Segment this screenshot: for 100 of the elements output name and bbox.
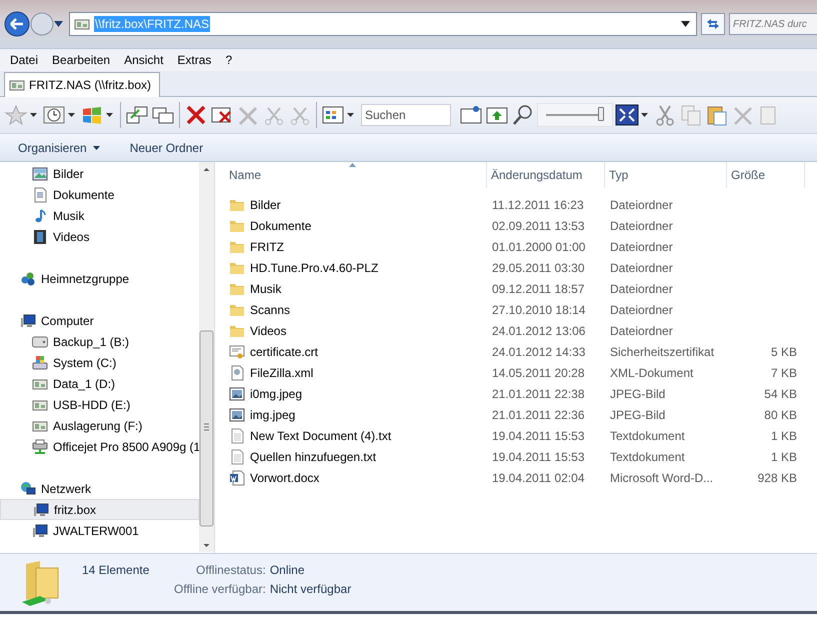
date-cell-text: 02.09.2011 13:53: [491, 218, 586, 232]
type-cell-text: Dateiordner: [609, 198, 674, 212]
file-name[interactable]: HD.Tune.Pro.v4.60-PLZ: [250, 260, 378, 274]
file-name[interactable]: FRITZ: [250, 240, 284, 254]
nav-item[interactable]: Computer: [0, 310, 199, 331]
search-field[interactable]: FRITZ.NAS durc: [729, 13, 817, 35]
caret-icon[interactable]: [347, 113, 354, 117]
nav-item[interactable]: fritz.box: [0, 499, 199, 520]
scrollbar[interactable]: [199, 162, 214, 552]
column-header[interactable]: Größe: [727, 162, 805, 188]
back-button[interactable]: [4, 11, 30, 37]
fullscreen-icon[interactable]: [615, 104, 639, 126]
nav-item[interactable]: Heimnetzgruppe: [0, 268, 199, 289]
tab[interactable]: FRITZ.NAS (\\fritz.box): [4, 72, 160, 97]
date-cell-text: 19.04.2011 02:04: [491, 470, 586, 484]
file-name[interactable]: FileZilla.xml: [250, 366, 314, 380]
type-cell-text: Textdokument: [609, 450, 686, 464]
menu-item[interactable]: Extras: [171, 53, 220, 67]
date-cell-text: 01.01.2000 01:00: [491, 240, 586, 254]
type-cell-text: Dateiordner: [609, 218, 674, 232]
clock-icon[interactable]: [42, 104, 66, 126]
nav-item[interactable]: USB-HDD (E:): [0, 394, 199, 415]
picture-icon: [32, 166, 48, 182]
date-cell-text: 24.01.2012 14:33: [491, 344, 586, 358]
film-icon: [32, 228, 48, 244]
nav-item[interactable]: Musik: [0, 205, 199, 226]
file-name[interactable]: Videos: [250, 324, 286, 338]
caret-icon[interactable]: [30, 113, 37, 117]
type-cell-text: XML-Dokument: [609, 366, 694, 380]
size-cell-text: 1 KB: [770, 450, 797, 464]
drive-icon: [32, 334, 48, 350]
nav-item[interactable]: Videos: [0, 226, 199, 247]
size-cell-text: 80 KB: [763, 408, 797, 422]
caret-icon[interactable]: [681, 21, 690, 27]
size-cell-text: 1 KB: [770, 428, 797, 442]
clipboard-icon[interactable]: [705, 104, 729, 126]
refresh-button[interactable]: [701, 13, 725, 35]
slider-thumb[interactable]: [598, 107, 604, 121]
picture-icon: [229, 406, 245, 422]
nav-item[interactable]: Netzwerk: [0, 478, 199, 499]
file-name[interactable]: Musik: [250, 282, 282, 296]
type-cell-text: JPEG-Bild: [609, 408, 666, 422]
move-windows-icon[interactable]: [125, 104, 149, 126]
column-header[interactable]: Typ: [605, 162, 727, 188]
file-name[interactable]: img.jpeg: [250, 408, 296, 422]
pin-window-icon[interactable]: [459, 104, 483, 126]
caret-icon[interactable]: [54, 21, 63, 27]
text-document-icon: [229, 428, 245, 444]
date-cell-text: 09.12.2011 18:57: [491, 282, 586, 296]
nav-item[interactable]: JWALTERW001: [0, 520, 199, 541]
command-button[interactable]: Organisieren: [10, 138, 108, 158]
computer-icon: [20, 312, 36, 328]
nav-item[interactable]: Backup_1 (B:): [0, 331, 199, 352]
path-text: \\fritz.box\FRITZ.NAS: [94, 16, 210, 32]
nav-item[interactable]: Auslagerung (F:): [0, 415, 199, 436]
menu-item[interactable]: Bearbeiten: [46, 53, 118, 67]
computer-icon: [33, 502, 49, 518]
delete-icon[interactable]: [184, 104, 208, 126]
command-button[interactable]: Neuer Ordner: [122, 138, 212, 158]
type-cell-text: Dateiordner: [609, 240, 674, 254]
file-name[interactable]: New Text Document (4).txt: [250, 428, 392, 442]
caret-icon: [92, 146, 100, 150]
size-cell-text: 5 KB: [770, 344, 797, 358]
menu-item[interactable]: ?: [219, 53, 240, 67]
nav-item[interactable]: Dokumente: [0, 184, 199, 205]
type-cell-text: Dateiordner: [609, 282, 674, 296]
type-cell-text: Microsoft Word-D...: [609, 470, 714, 484]
word-document-icon: [229, 470, 245, 486]
nav-item[interactable]: Data_1 (D:): [0, 373, 199, 394]
column-header[interactable]: Änderungsdatum: [487, 162, 605, 188]
printer-icon: [32, 438, 48, 454]
size-cell-text: 7 KB: [770, 366, 797, 380]
file-name[interactable]: Dokumente: [250, 218, 312, 232]
nav-item[interactable]: System (C:): [0, 352, 199, 373]
text-document-icon: [229, 448, 245, 464]
file-name[interactable]: Scanns: [250, 302, 290, 316]
field-label: Offlinestatus:: [195, 563, 266, 577]
column-header[interactable]: Name: [225, 162, 487, 188]
menu-item[interactable]: Datei: [4, 53, 46, 67]
caret-icon[interactable]: [106, 113, 113, 117]
file-name[interactable]: Quellen hinzufuegen.txt: [250, 450, 376, 464]
file-name[interactable]: i0mg.jpeg: [250, 386, 302, 400]
star-icon[interactable]: [4, 104, 28, 126]
homegroup-icon: [20, 270, 36, 286]
item-count: 14 Elemente: [82, 563, 150, 577]
system-drive-icon: [32, 354, 48, 370]
search-field[interactable]: Suchen: [361, 104, 451, 126]
file-name[interactable]: Bilder: [250, 198, 281, 212]
zoom-slider[interactable]: [537, 103, 613, 127]
file-name[interactable]: certificate.crt: [250, 344, 318, 358]
caret-icon[interactable]: [68, 113, 75, 117]
xml-document-icon: [229, 364, 245, 380]
date-cell-text: 19.04.2011 15:53: [491, 450, 586, 464]
caret-icon[interactable]: [641, 113, 648, 117]
size-cell-text: 928 KB: [756, 470, 797, 484]
menu-item[interactable]: Ansicht: [118, 53, 172, 67]
size-cell-text: 54 KB: [763, 386, 797, 400]
nav-item[interactable]: Bilder: [0, 163, 199, 184]
view-icon[interactable]: [321, 104, 345, 126]
file-name[interactable]: Vorwort.docx: [250, 470, 320, 484]
